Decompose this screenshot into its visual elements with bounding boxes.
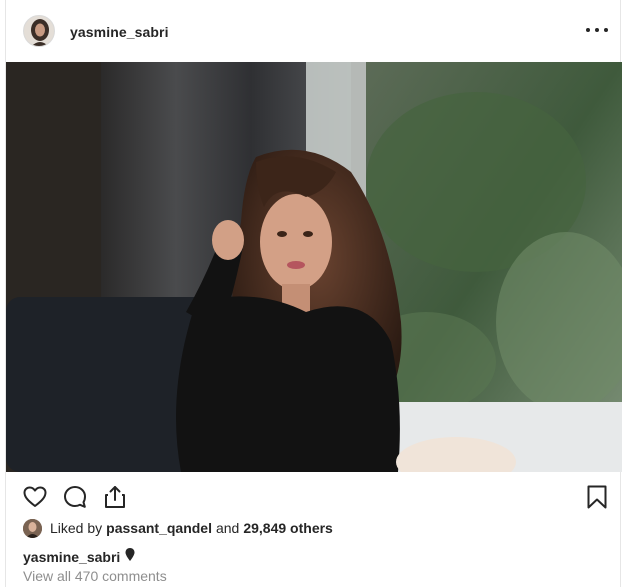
- comment-icon[interactable]: [62, 484, 88, 510]
- likes-others-count[interactable]: 29,849 others: [243, 520, 333, 536]
- profile-avatar[interactable]: [23, 15, 55, 47]
- likes-conjunction: and: [215, 520, 240, 536]
- liker-username[interactable]: passant_qandel: [106, 520, 212, 536]
- post-photo[interactable]: [6, 62, 622, 472]
- caption-username[interactable]: yasmine_sabri: [23, 549, 120, 565]
- post-actions: [6, 472, 622, 522]
- post-header: yasmine_sabri: [6, 0, 622, 62]
- share-icon[interactable]: [102, 484, 128, 510]
- pin-icon: [125, 548, 135, 565]
- bookmark-icon[interactable]: [584, 484, 610, 510]
- liker-avatar[interactable]: [23, 518, 42, 538]
- likes-summary: Liked by passant_qandel and 29,849 other…: [23, 518, 333, 538]
- heart-icon[interactable]: [22, 484, 48, 510]
- post-username[interactable]: yasmine_sabri: [70, 24, 169, 40]
- more-options-icon[interactable]: [586, 22, 608, 38]
- likes-prefix: Liked by: [50, 520, 103, 536]
- post-caption: yasmine_sabri: [23, 548, 135, 565]
- view-all-comments-link[interactable]: View all 470 comments: [23, 568, 167, 584]
- post-card: yasmine_sabri Liked by passant_qandel an…: [5, 0, 622, 587]
